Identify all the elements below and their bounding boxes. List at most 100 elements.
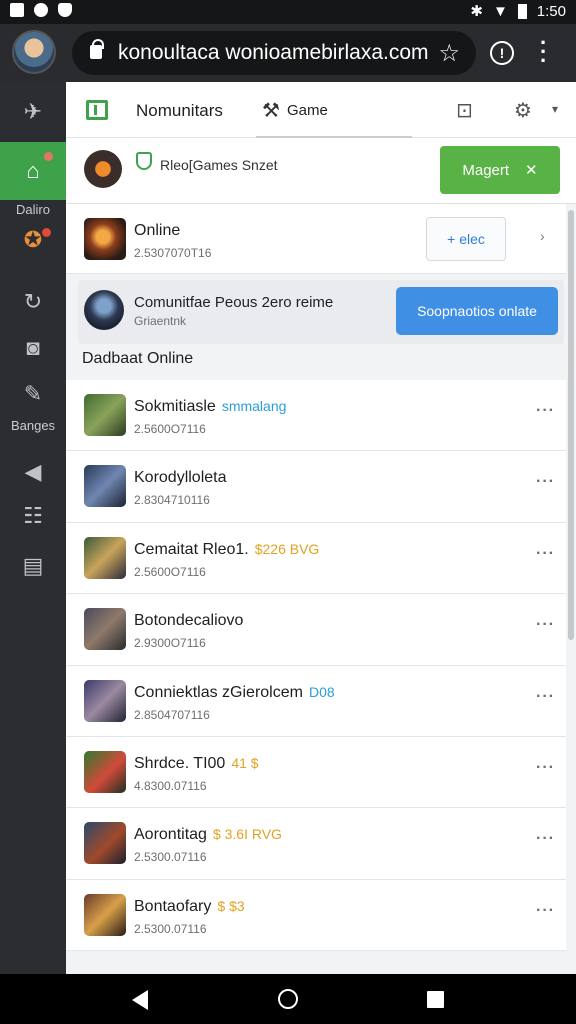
message-icon[interactable]: ▤ <box>0 546 66 586</box>
sidebar: ✈ ⌂ Daliro ✪ ↻ ◙ ✎ Banges ◀ ☷ ▤ <box>0 82 66 974</box>
clock: 1:50 <box>536 2 566 20</box>
edit-icon[interactable]: ✎ <box>0 374 66 414</box>
home-icon[interactable]: ⌂ <box>0 142 66 200</box>
online-row[interactable]: Online 2.5307070T16 + elec › <box>66 204 566 274</box>
games-banner: Rleo[Games Snzet Magert ✕ <box>66 138 576 204</box>
game-list-item[interactable]: Bontaofary $ $3 2.5300.07116 ··· <box>66 879 566 952</box>
game-tab-icon: ⚒ <box>262 100 280 122</box>
chevron-right-icon[interactable]: › <box>540 228 545 244</box>
game-tag: D08 <box>308 683 335 700</box>
game-title: Sokmitiasle smmalang <box>134 398 286 416</box>
community-thumbnail <box>84 290 124 330</box>
online-sub: 2.5307070T16 <box>134 246 212 260</box>
game-thumbnail <box>84 750 126 793</box>
game-title: Aorontitag $ 3.6I RVG <box>134 826 282 844</box>
main-panel: Nomunitars ⚒ Game ⊡ ⚙ ▾ Rleo[Games Snzet… <box>66 82 576 974</box>
rocket-icon[interactable]: ✈ <box>0 92 66 132</box>
status-bar: ✱ ▼ 1:50 <box>0 0 576 24</box>
game-title: Cemaitat Rleo1. $226 BVG <box>134 541 319 559</box>
elec-button[interactable]: + elec <box>426 217 506 261</box>
game-list-item[interactable]: Sokmitiasle smmalang 2.5600O7116 ··· <box>66 380 566 452</box>
app-icon <box>34 3 48 17</box>
community-card[interactable]: Comunitfae Peous 2ero reime Griaentnk So… <box>78 280 564 344</box>
sidebar-label-banges: Banges <box>10 418 56 433</box>
game-title: Bontaofary $ $3 <box>134 898 245 916</box>
back-icon[interactable] <box>132 990 148 1010</box>
game-title-text: Shrdce. TI00 <box>134 754 226 772</box>
game-title-text: Aorontitag <box>134 826 207 844</box>
game-thumbnail <box>84 893 126 936</box>
home-nav-icon[interactable] <box>278 989 298 1009</box>
system-nav-bar <box>0 974 576 1024</box>
game-title-text: Sokmitiasle <box>134 398 216 415</box>
more-options-icon[interactable]: ··· <box>536 616 555 634</box>
more-options-icon[interactable]: ··· <box>536 402 555 420</box>
tab-community[interactable]: Nomunitars <box>136 101 223 121</box>
tab-game[interactable]: Game <box>287 102 328 119</box>
list-icon[interactable]: ☷ <box>0 496 66 536</box>
game-tag: 41 $ <box>231 754 259 771</box>
refresh-icon[interactable]: ↻ <box>0 282 66 322</box>
game-thumbnail <box>84 536 126 579</box>
game-list-item[interactable]: Shrdce. TI00 41 $ 4.8300.07116 ··· <box>66 736 566 809</box>
chevron-down-icon[interactable]: ▾ <box>552 102 558 116</box>
more-options-icon[interactable]: ··· <box>536 830 555 848</box>
sidebar-label-daliro: Daliro <box>16 202 50 217</box>
more-options-icon[interactable]: ··· <box>536 759 555 777</box>
gamepad-icon[interactable]: ✪ <box>0 220 66 260</box>
game-logo-icon <box>84 150 122 188</box>
game-title: Botondecaliovo <box>134 612 243 630</box>
game-title: Korodylloleta <box>134 469 227 487</box>
game-subtitle: 2.8504707116 <box>134 707 210 722</box>
community-online-button[interactable]: Soopnaotios onlate <box>396 287 558 335</box>
info-icon[interactable]: ! <box>490 41 514 65</box>
game-tag: smmalang <box>221 398 287 414</box>
url-bar[interactable]: konoultaca wonioamebirlaxa.com ☆ <box>72 31 476 75</box>
game-subtitle: 2.5300.07116 <box>134 921 207 936</box>
more-menu-icon[interactable]: · · · <box>540 32 547 72</box>
avatar[interactable] <box>12 30 56 74</box>
game-list-item[interactable]: Botondecaliovo 2.9300O7116 ··· <box>66 594 566 666</box>
game-list-item[interactable]: Korodylloleta 2.8304710116 ··· <box>66 451 566 523</box>
more-options-icon[interactable]: ··· <box>536 902 555 920</box>
game-title: Shrdce. TI00 41 $ <box>134 755 259 773</box>
game-title-text: Bontaofary <box>134 897 212 915</box>
battery-icon <box>517 3 527 19</box>
more-options-icon[interactable]: ··· <box>536 545 555 563</box>
camera-icon[interactable]: ◙ <box>0 328 66 368</box>
more-options-icon[interactable]: ··· <box>536 473 555 491</box>
url-text[interactable]: konoultaca wonioamebirlaxa.com <box>118 41 429 65</box>
game-title-text: Korodylloleta <box>134 469 227 487</box>
game-subtitle: 2.9300O7116 <box>134 636 206 651</box>
recents-icon[interactable] <box>427 991 444 1008</box>
game-subtitle: 2.5600O7116 <box>134 422 206 436</box>
game-tag: $ 3.6I RVG <box>212 826 282 843</box>
game-subtitle: 2.5300.07116 <box>134 850 207 865</box>
game-list-item[interactable]: Conniektlas zGierolcem D08 2.8504707116 ··· <box>66 665 566 737</box>
manage-button[interactable]: Magert ✕ <box>440 146 560 194</box>
verified-icon <box>136 152 152 170</box>
close-icon[interactable]: ✕ <box>525 161 538 179</box>
lock-icon <box>90 39 104 59</box>
banner-title: Rleo[Games Snzet <box>160 157 278 173</box>
scrollbar[interactable] <box>568 210 574 640</box>
trophy-icon[interactable]: ⊡ <box>456 98 473 123</box>
share-icon[interactable]: ◀ <box>0 452 66 492</box>
game-list-item[interactable]: Aorontitag $ 3.6I RVG 2.5300.07116 ··· <box>66 808 566 880</box>
game-list: Sokmitiasle smmalang 2.5600O7116 ··· Korodyl… <box>66 380 566 952</box>
notification-icon <box>10 3 24 17</box>
shield-icon <box>58 3 72 17</box>
game-thumbnail <box>84 608 126 651</box>
game-list-item[interactable]: Cemaitat Rleo1. $226 BVG 2.5600O7116 ··· <box>66 522 566 595</box>
more-options-icon[interactable]: ··· <box>536 688 555 706</box>
bluetooth-icon: ✱ <box>470 3 483 20</box>
community-title: Comunitfae Peous 2ero reime <box>134 294 334 311</box>
game-subtitle: 4.8300.07116 <box>134 778 207 793</box>
game-subtitle: 2.8304710116 <box>134 493 210 508</box>
community-tab-icon <box>86 100 108 120</box>
tab-bar: Nomunitars ⚒ Game ⊡ ⚙ ▾ <box>66 82 576 138</box>
star-icon[interactable]: ☆ <box>438 39 460 68</box>
manage-button-label: Magert <box>462 161 510 179</box>
settings-icon[interactable]: ⚙ <box>514 98 532 123</box>
game-tag: $ $3 <box>217 897 245 914</box>
